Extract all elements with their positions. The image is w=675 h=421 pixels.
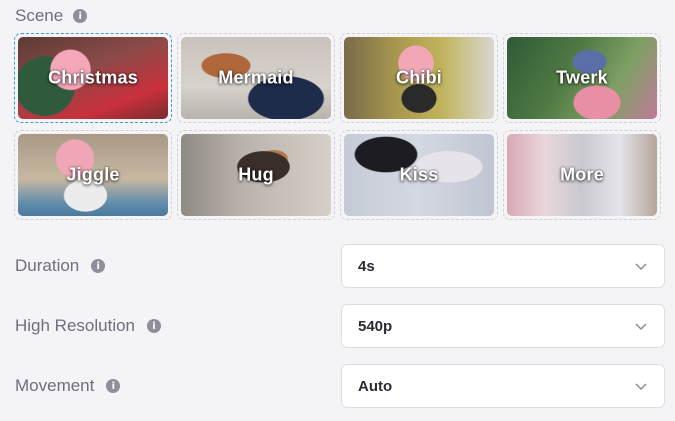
movement-label: Movement bbox=[15, 376, 95, 395]
chevron-down-icon bbox=[635, 263, 647, 271]
scene-label: Scene bbox=[15, 6, 64, 25]
resolution-label-group: High Resolution i bbox=[15, 316, 162, 336]
resolution-select[interactable]: 540p bbox=[341, 304, 665, 348]
scene-card-christmas[interactable]: Christmas bbox=[14, 33, 172, 123]
scene-card-label: Christmas bbox=[48, 67, 138, 88]
info-icon[interactable]: i bbox=[147, 319, 162, 333]
scene-card-twerk[interactable]: Twerk bbox=[503, 33, 661, 123]
duration-label-group: Duration i bbox=[15, 256, 106, 276]
chevron-down-icon bbox=[635, 323, 647, 331]
movement-label-group: Movement i bbox=[15, 376, 121, 396]
movement-value: Auto bbox=[358, 377, 393, 395]
duration-value: 4s bbox=[358, 257, 375, 275]
info-icon[interactable]: i bbox=[106, 379, 121, 393]
scene-card-label: Kiss bbox=[399, 164, 439, 185]
scene-card-hug[interactable]: Hug bbox=[177, 130, 335, 220]
movement-select[interactable]: Auto bbox=[341, 364, 665, 408]
scene-card-label: Jiggle bbox=[66, 164, 120, 185]
scene-grid: Christmas Mermaid Chibi Twerk Jiggle Hug… bbox=[14, 33, 666, 220]
scene-card-label: More bbox=[560, 164, 604, 185]
scene-header: Scene i bbox=[15, 6, 88, 26]
scene-card-kiss[interactable]: Kiss bbox=[340, 130, 498, 220]
scene-card-label: Mermaid bbox=[218, 67, 294, 88]
scene-card-label: Chibi bbox=[396, 67, 442, 88]
scene-card-chibi[interactable]: Chibi bbox=[340, 33, 498, 123]
duration-label: Duration bbox=[15, 256, 80, 275]
resolution-value: 540p bbox=[358, 317, 393, 335]
scene-card-mermaid[interactable]: Mermaid bbox=[177, 33, 335, 123]
info-icon[interactable]: i bbox=[91, 259, 106, 273]
info-icon[interactable]: i bbox=[73, 9, 88, 23]
duration-select[interactable]: 4s bbox=[341, 244, 665, 288]
scene-card-jiggle[interactable]: Jiggle bbox=[14, 130, 172, 220]
scene-card-label: Hug bbox=[238, 164, 274, 185]
scene-card-more[interactable]: More bbox=[503, 130, 661, 220]
resolution-label: High Resolution bbox=[15, 316, 136, 335]
scene-card-label: Twerk bbox=[556, 67, 608, 88]
chevron-down-icon bbox=[635, 383, 647, 391]
